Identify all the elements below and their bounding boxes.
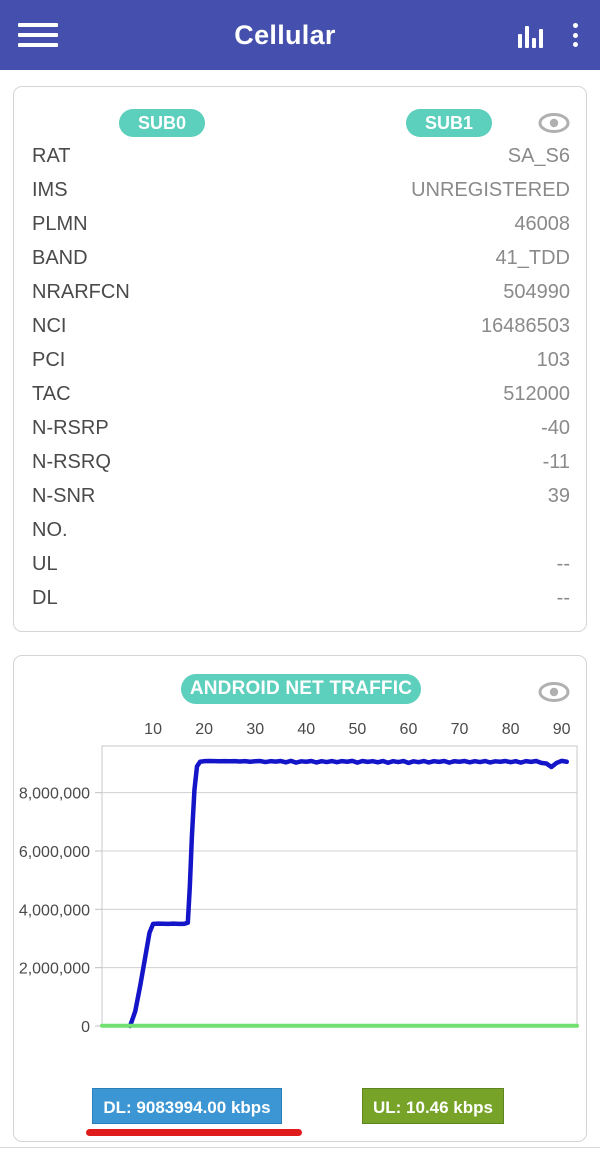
x-tick-label: 10 bbox=[144, 721, 162, 738]
info-row: UL -- bbox=[32, 553, 570, 587]
info-row: N-RSRP -40 bbox=[32, 417, 570, 451]
cellular-info-card: SUB0 SUB1 RAT SA_S6 IMS UNREGISTERED PLMN 460… bbox=[13, 86, 587, 632]
info-row: PCI 103 bbox=[32, 349, 570, 383]
y-tick-label: 6,000,000 bbox=[19, 844, 90, 861]
bar-chart-bar bbox=[518, 34, 522, 48]
dot bbox=[573, 42, 578, 47]
info-row: N-RSRQ -11 bbox=[32, 451, 570, 485]
x-tick-label: 20 bbox=[195, 721, 213, 738]
info-row-key: IMS bbox=[32, 179, 68, 201]
android-net-traffic-chip[interactable]: ANDROID NET TRAFFIC bbox=[181, 674, 421, 704]
info-row-key: NCI bbox=[32, 315, 67, 337]
info-row-key: N-RSRP bbox=[32, 417, 109, 439]
info-row: RAT SA_S6 bbox=[32, 145, 570, 179]
eye-icon[interactable] bbox=[537, 681, 571, 703]
x-tick-label: 90 bbox=[553, 721, 571, 738]
info-row-value: 39 bbox=[547, 485, 570, 507]
info-row-value: 504990 bbox=[503, 281, 570, 303]
x-tick-label: 50 bbox=[348, 721, 366, 738]
more-vertical-icon[interactable] bbox=[573, 23, 578, 47]
info-row-key: N-SNR bbox=[32, 485, 96, 507]
info-row: N-SNR 39 bbox=[32, 485, 570, 519]
chart-card-header: ANDROID NET TRAFFIC bbox=[14, 656, 586, 708]
info-row-value: 41_TDD bbox=[495, 247, 570, 269]
dl-highlight-underline bbox=[86, 1129, 302, 1136]
info-row-value: -11 bbox=[542, 451, 570, 473]
throughput-badges: DL: 9083994.00 kbps UL: 10.46 kbps bbox=[0, 1088, 600, 1136]
info-row-key: BAND bbox=[32, 247, 88, 269]
y-tick-label: 2,000,000 bbox=[19, 961, 90, 978]
info-card-header: SUB0 SUB1 bbox=[14, 87, 586, 139]
info-row: DL -- bbox=[32, 587, 570, 621]
info-row-value: 103 bbox=[536, 349, 570, 371]
dot bbox=[573, 23, 578, 28]
dot bbox=[573, 32, 578, 38]
info-row-value: UNREGISTERED bbox=[411, 179, 570, 201]
info-row-key: NO. bbox=[32, 519, 68, 541]
info-row: TAC 512000 bbox=[32, 383, 570, 417]
page-title: Cellular bbox=[234, 19, 336, 50]
info-row-key: PLMN bbox=[32, 213, 88, 235]
x-tick-label: 80 bbox=[502, 721, 520, 738]
info-row: NCI 16486503 bbox=[32, 315, 570, 349]
ul-badge[interactable]: UL: 10.46 kbps bbox=[362, 1088, 504, 1124]
bar-chart-bar bbox=[525, 26, 529, 48]
info-row-value: 16486503 bbox=[481, 315, 570, 337]
info-row-value: 46008 bbox=[514, 213, 570, 235]
dl-badge[interactable]: DL: 9083994.00 kbps bbox=[92, 1088, 282, 1124]
info-row-key: TAC bbox=[32, 383, 71, 405]
bar-chart-bar bbox=[539, 29, 543, 48]
net-traffic-card: ANDROID NET TRAFFIC 0 2,000,000 4,000,000 6… bbox=[13, 655, 587, 1142]
bar-chart-icon[interactable] bbox=[518, 22, 543, 48]
cellular-info-rows: RAT SA_S6 IMS UNREGISTERED PLMN 46008 BAND 41_T… bbox=[14, 139, 586, 621]
info-row: PLMN 46008 bbox=[32, 213, 570, 247]
y-tick-label: 4,000,000 bbox=[19, 902, 90, 919]
y-tick-label: 8,000,000 bbox=[19, 786, 90, 803]
info-row: BAND 41_TDD bbox=[32, 247, 570, 281]
info-row-key: N-RSRQ bbox=[32, 451, 111, 473]
x-tick-label: 70 bbox=[451, 721, 469, 738]
info-row: IMS UNREGISTERED bbox=[32, 179, 570, 213]
x-tick-label: 60 bbox=[400, 721, 418, 738]
info-row: NO. bbox=[32, 519, 570, 553]
net-traffic-chart: 0 2,000,000 4,000,000 6,000,000 8,000,000 10 2… bbox=[14, 708, 586, 1088]
eye-icon[interactable] bbox=[537, 112, 571, 134]
info-row-value: -40 bbox=[541, 417, 570, 439]
info-row-value: SA_S6 bbox=[507, 145, 570, 167]
info-row-key: RAT bbox=[32, 145, 71, 167]
info-row-key: DL bbox=[32, 587, 58, 609]
y-tick-label: 0 bbox=[81, 1019, 90, 1036]
sub1-chip[interactable]: SUB1 bbox=[406, 109, 492, 137]
info-row-key: UL bbox=[32, 553, 58, 575]
info-row-key: PCI bbox=[32, 349, 66, 371]
app-bar: Cellular bbox=[0, 0, 600, 70]
sub0-chip[interactable]: SUB0 bbox=[119, 109, 205, 137]
info-row-value: -- bbox=[556, 587, 570, 609]
x-tick-label: 30 bbox=[246, 721, 264, 738]
bottom-divider bbox=[0, 1147, 600, 1148]
plot-area bbox=[101, 745, 578, 1027]
info-row-key: NRARFCN bbox=[32, 281, 130, 303]
info-row-value: -- bbox=[556, 553, 570, 575]
chart-svg: 0 2,000,000 4,000,000 6,000,000 8,000,000 10 2… bbox=[19, 721, 579, 1036]
info-row: NRARFCN 504990 bbox=[32, 281, 570, 315]
x-tick-label: 40 bbox=[297, 721, 315, 738]
bar-chart-bar bbox=[532, 38, 536, 48]
info-row-value: 512000 bbox=[503, 383, 570, 405]
